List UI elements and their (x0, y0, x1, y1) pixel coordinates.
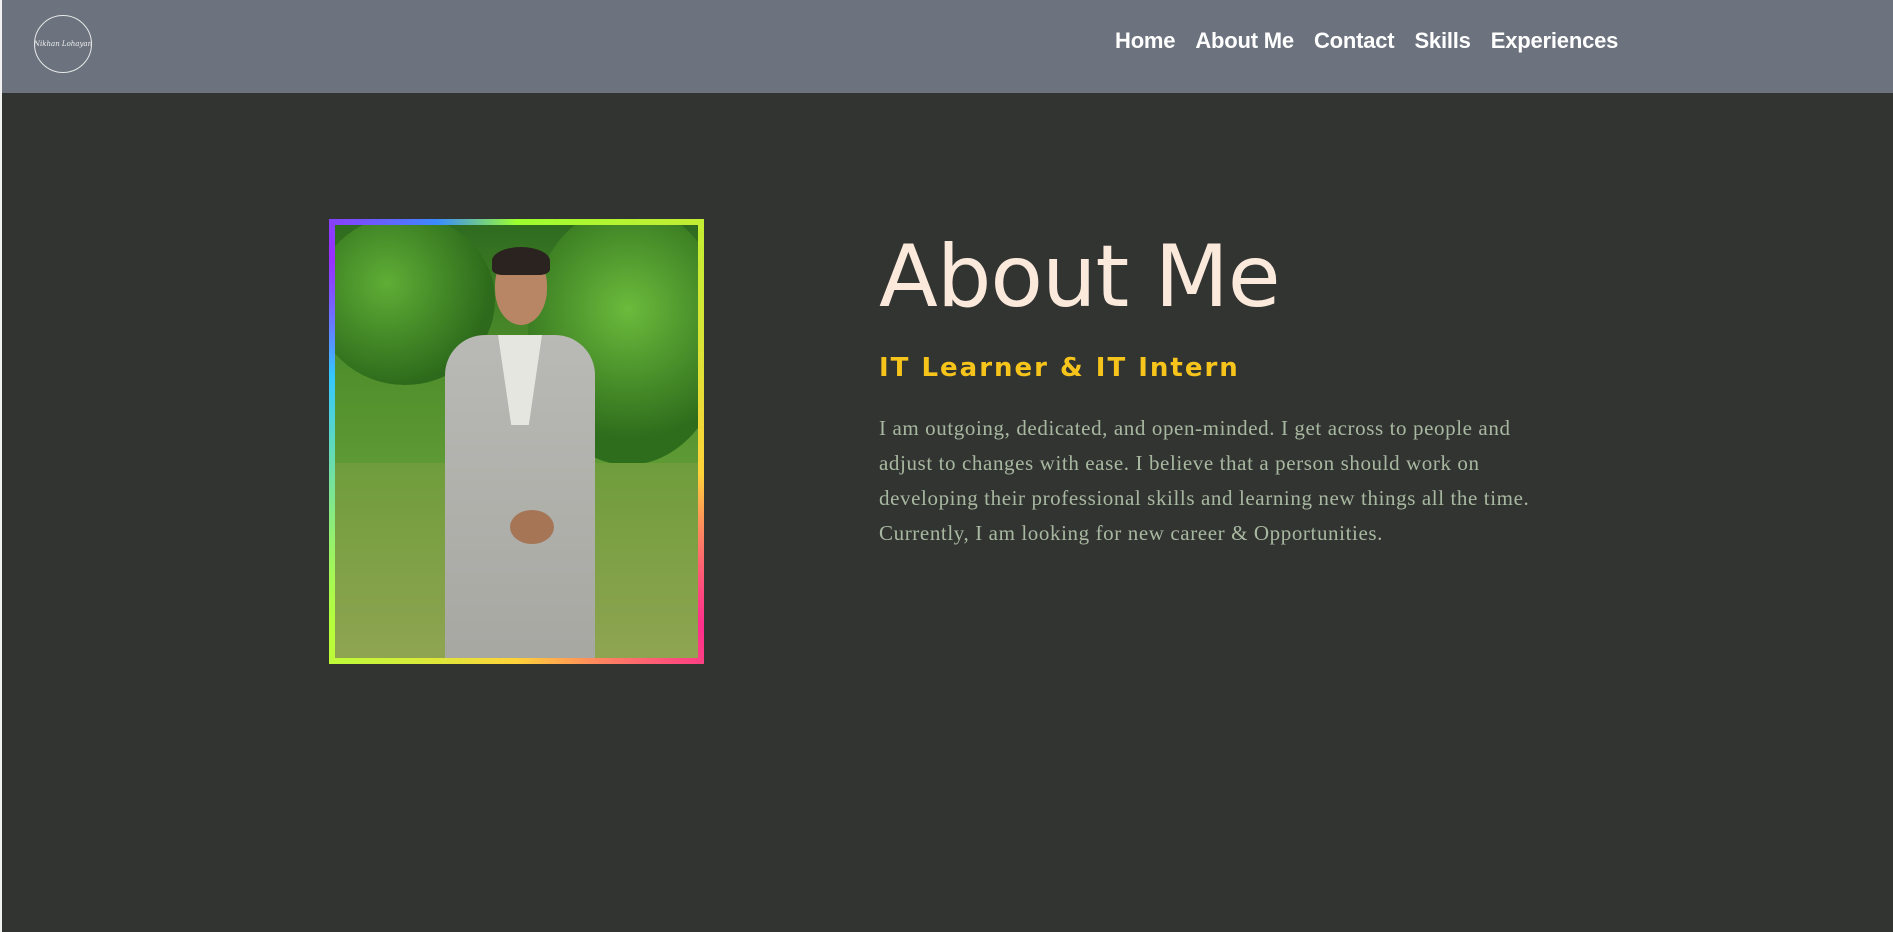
page-left-edge (0, 0, 2, 932)
nav-link-experiences[interactable]: Experiences (1491, 30, 1619, 52)
page: Nikhan Lohayan Home About Me Contact Ski… (0, 0, 1893, 932)
main-nav: Home About Me Contact Skills Experiences (1115, 30, 1638, 52)
nav-link-contact[interactable]: Contact (1314, 30, 1395, 52)
about-subtitle: IT Learner & IT Intern (879, 352, 1240, 383)
logo-signature: Nikhan Lohayan (34, 40, 92, 48)
nav-link-home[interactable]: Home (1115, 30, 1176, 52)
profile-photo-frame (329, 219, 704, 664)
photo-person-hair (492, 247, 550, 275)
about-section: About Me IT Learner & IT Intern I am out… (879, 230, 1579, 551)
about-description: I am outgoing, dedicated, and open-minde… (879, 415, 1530, 545)
about-title: About Me (879, 227, 1281, 327)
profile-photo (335, 225, 698, 658)
navbar: Nikhan Lohayan Home About Me Contact Ski… (2, 0, 1893, 93)
photo-person-hands (510, 510, 554, 544)
nav-link-about-me[interactable]: About Me (1195, 30, 1294, 52)
nav-link-skills[interactable]: Skills (1414, 30, 1470, 52)
logo[interactable]: Nikhan Lohayan (34, 15, 92, 73)
